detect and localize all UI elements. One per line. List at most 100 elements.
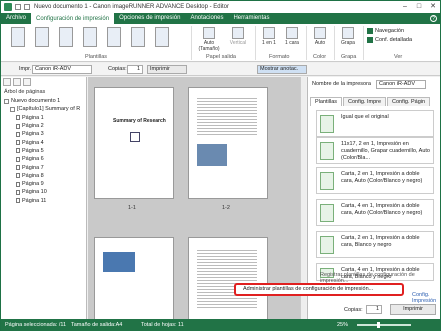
printer-select[interactable]: Canon iR-ADV	[32, 65, 92, 74]
config-impresion-link[interactable]: Config. Impresión	[412, 292, 440, 304]
title-bar: Nuevo documento 1 - Canon imageRUNNER AD…	[1, 1, 440, 13]
template-icon	[320, 236, 334, 254]
tree-item-label: [Capítulo1] Summary of R	[17, 106, 81, 113]
template-item[interactable]: 11x17, 2 en 1, Impresión en cuadernillo,…	[316, 137, 434, 164]
tree-item-label: Página 11	[22, 197, 47, 204]
ver-group-label: Ver	[394, 54, 403, 60]
help-icon[interactable]: ?	[430, 15, 437, 22]
template-icon	[320, 142, 334, 160]
staple-button[interactable]: Grapa	[337, 27, 359, 46]
tab-config-impre[interactable]: Config. Impre	[343, 97, 387, 106]
expand-icon	[10, 106, 15, 112]
detailed-settings-toggle[interactable]: Conf. detallada	[367, 37, 412, 43]
staple-label: Grapa	[341, 40, 355, 46]
tab-plantillas[interactable]: Plantillas	[310, 97, 343, 106]
printer-name-select[interactable]: Canon iR-ADV	[376, 80, 426, 89]
template-thumb-2[interactable]	[33, 27, 51, 48]
navigation-toggle[interactable]: Navegación	[367, 28, 404, 34]
grapa-group-label: Grapa	[341, 54, 357, 60]
window-title: Nuevo documento 1 - Canon imageRUNNER AD…	[34, 4, 229, 10]
tree-item[interactable]: Página 11	[4, 197, 86, 205]
tab-herramientas[interactable]: Herramientas	[228, 13, 274, 24]
tab-configuracion-impresion[interactable]: Configuración de impresión	[31, 13, 115, 24]
page-icon	[16, 140, 20, 146]
tree-item-label: Página 7	[22, 164, 44, 171]
minimize-icon[interactable]: –	[398, 1, 412, 13]
template-thumb-3[interactable]	[57, 27, 75, 48]
page-1-label: 1-1	[128, 205, 136, 211]
tab-config-pagin[interactable]: Config. Págin	[387, 97, 431, 106]
layout-button[interactable]: 1 en 1	[259, 27, 279, 46]
template-label: Carta, 2 en 1, Impresión a doble cara, B…	[341, 235, 420, 248]
template-item[interactable]: Carta, 4 en 1, Impresión a doble cara, A…	[316, 199, 434, 226]
copies-input[interactable]: 1	[127, 65, 143, 74]
quick-save-icon[interactable]	[15, 4, 21, 10]
tab-opciones-impresion[interactable]: Opciones de impresión	[114, 13, 185, 24]
print-button-top[interactable]: Imprimir	[147, 65, 187, 74]
tree-item[interactable]: Página 5	[4, 147, 86, 155]
maximize-icon[interactable]: □	[412, 1, 426, 13]
tree-item[interactable]: Página 7	[4, 163, 86, 171]
tree-item[interactable]: Página 10	[4, 188, 86, 196]
zoom-slider[interactable]	[357, 322, 411, 328]
template-thumb-6[interactable]	[129, 27, 147, 48]
navigation-label: Navegación	[375, 28, 405, 34]
page-icon	[16, 198, 20, 204]
template-thumb-7[interactable]	[153, 27, 171, 48]
tree-item[interactable]: Página 3	[4, 130, 86, 138]
plantillas-group-label: Plantillas	[85, 54, 108, 60]
template-item[interactable]: Carta, 2 en 1, Impresión a doble cara, B…	[316, 231, 434, 258]
zoom-slider-thumb[interactable]	[377, 322, 380, 328]
page-2-label: 1-2	[222, 205, 230, 211]
tree-item[interactable]: Página 2	[4, 122, 86, 130]
template-thumb-1[interactable]	[9, 27, 27, 48]
tree-item[interactable]: [Capítulo1] Summary of R	[4, 105, 86, 113]
template-icon	[320, 115, 334, 133]
color-button[interactable]: Auto	[310, 27, 330, 46]
tree-item[interactable]: Nuevo documento 1	[4, 97, 86, 105]
color-group-label: Color	[313, 54, 327, 60]
template-thumb-4[interactable]	[81, 27, 99, 48]
tab-anotaciones[interactable]: Anotaciones	[185, 13, 228, 24]
show-annotations-button[interactable]: Mostrar anotac.	[257, 65, 307, 74]
page-thumb-3[interactable]	[94, 237, 174, 319]
tree-item-label: Página 8	[22, 172, 44, 179]
impr-label: Impr.	[19, 66, 32, 72]
template-item[interactable]: Carta, 2 en 1, Impresión a doble cara, A…	[316, 167, 434, 194]
tree-item-label: Página 1	[22, 114, 44, 121]
template-thumb-5[interactable]	[105, 27, 123, 48]
orientation-label: Vertical	[229, 40, 247, 46]
quick-undo-icon[interactable]	[24, 4, 30, 10]
page-1-emblem	[130, 132, 140, 142]
tree-item-label: Página 4	[22, 139, 44, 146]
page-thumb-2[interactable]	[188, 87, 268, 199]
tree-tool-icon-3[interactable]	[23, 78, 31, 86]
tree-item[interactable]: Página 8	[4, 172, 86, 180]
page-thumb-4[interactable]	[188, 237, 268, 319]
ribbon-tabs: Archivo Configuración de impresión Opcio…	[1, 13, 440, 24]
page-icon	[16, 156, 20, 162]
zoom-level: 25%	[337, 322, 349, 328]
detailed-settings-label: Conf. detallada	[375, 37, 412, 43]
page-thumb-1[interactable]: Summary of Research	[94, 87, 174, 199]
print-button-bottom[interactable]: Imprimir	[390, 304, 436, 315]
copies-input-bottom[interactable]: 1	[366, 305, 382, 314]
tree-item[interactable]: Página 9	[4, 180, 86, 188]
tree-item[interactable]: Página 1	[4, 114, 86, 122]
template-item[interactable]: Igual que el original	[316, 110, 434, 137]
manage-templates-popup[interactable]: Administrar plantillas de configuración …	[234, 283, 404, 296]
page-icon	[16, 165, 20, 171]
ribbon: Plantillas Auto (Tamaño) Vertical Papel …	[1, 24, 440, 62]
tree-item[interactable]: Página 4	[4, 138, 86, 146]
page-1-title: Summary of Research	[113, 118, 166, 124]
tab-archivo[interactable]: Archivo	[1, 13, 31, 24]
page-icon	[16, 189, 20, 195]
close-icon[interactable]: ✕	[426, 1, 440, 13]
sides-button[interactable]: 1 cara	[282, 27, 302, 46]
orientation-button[interactable]: Vertical	[225, 27, 251, 46]
paper-size-button[interactable]: Auto (Tamaño)	[196, 27, 222, 52]
tree-item[interactable]: Página 6	[4, 155, 86, 163]
tree-tool-icon-1[interactable]	[3, 78, 11, 86]
page-icon	[16, 181, 20, 187]
tree-tool-icon-2[interactable]	[13, 78, 21, 86]
